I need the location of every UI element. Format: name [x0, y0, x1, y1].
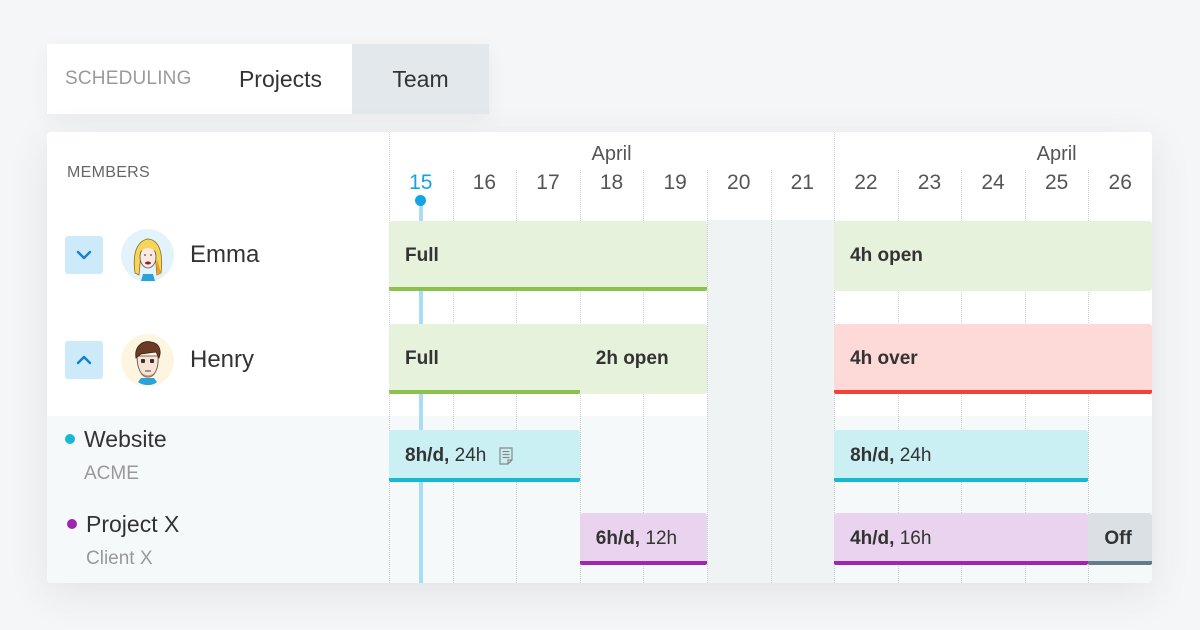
day-label[interactable]: 24 — [981, 171, 1004, 195]
schedule-bar-projectx[interactable]: Off — [1088, 513, 1152, 565]
month-label: April — [591, 143, 632, 165]
chevron-up-icon — [76, 355, 92, 365]
bar-label-bold: Off — [1104, 528, 1132, 549]
bar-label-bold: 4h/d, — [850, 528, 895, 549]
member-name: Henry — [190, 346, 255, 373]
project-name: Project X — [86, 511, 180, 537]
chevron-down-icon — [76, 250, 92, 260]
bar-status-underline — [389, 478, 580, 482]
bar-label-bold: 4h over — [850, 348, 918, 369]
bar-label-bold: 6h/d, — [595, 528, 641, 549]
avatar — [121, 333, 174, 387]
project-client: ACME — [84, 463, 139, 484]
timeline-grid: April April 15 16 17 18 19 20 21 22 23 24 25 26 Full 4h… — [389, 132, 1152, 583]
members-header: MEMBERS — [67, 164, 150, 181]
schedule-bar-henry[interactable]: 4h over — [834, 324, 1152, 394]
schedule-bar-projectx[interactable]: 4h/d, 16h — [834, 513, 1089, 565]
bar-label-detail: 24h — [449, 445, 487, 466]
bar-label-detail: 12h — [640, 528, 678, 549]
collapse-toggle-button[interactable] — [65, 341, 103, 379]
bar-status-underline — [389, 287, 707, 291]
project-name: Website — [84, 426, 167, 452]
schedule-bar-emma[interactable]: Full — [389, 221, 707, 291]
bar-label-bold: Full — [405, 348, 439, 369]
note-icon[interactable] — [499, 447, 513, 465]
tab-team[interactable]: Team — [352, 44, 489, 114]
month-label: April — [1036, 143, 1077, 165]
emma-avatar-icon — [121, 228, 174, 282]
bar-label-bold: Full — [405, 245, 439, 266]
expand-toggle-button[interactable] — [65, 236, 103, 274]
bar-label-detail: 24h — [894, 445, 932, 466]
henry-avatar-icon — [121, 333, 174, 387]
members-panel: MEMBERS Emma Henry Website ACME Project … — [47, 132, 389, 583]
project-color-dot — [67, 519, 77, 529]
day-label[interactable]: 22 — [854, 171, 877, 195]
today-marker-dot — [415, 195, 427, 206]
day-label[interactable]: 25 — [1045, 171, 1068, 195]
section-label: SCHEDULING — [65, 68, 192, 89]
bar-status-underline — [834, 390, 1152, 394]
bar-label-bold: 8h/d, — [850, 445, 895, 466]
member-row-henry: Henry — [47, 325, 389, 395]
day-label[interactable]: 20 — [727, 171, 750, 195]
bar-status-underline — [389, 390, 580, 394]
day-label[interactable]: 26 — [1109, 171, 1132, 195]
schedule-bar-website[interactable]: 8h/d, 24h — [389, 430, 580, 482]
schedule-bar-emma[interactable]: 4h open — [834, 221, 1152, 291]
schedule-bar-website[interactable]: 8h/d, 24h — [834, 430, 1089, 482]
day-label[interactable]: 17 — [536, 171, 559, 195]
project-color-dot — [65, 434, 75, 444]
bar-secondary-label: 2h open — [595, 348, 669, 369]
tab-projects[interactable]: Projects — [209, 44, 352, 114]
bar-status-underline — [834, 561, 1089, 565]
day-label[interactable]: 23 — [918, 171, 941, 195]
scheduling-tabs: SCHEDULING Projects Team — [47, 44, 489, 114]
schedule-card: MEMBERS Emma Henry Website ACME Project … — [47, 132, 1152, 583]
bar-status-underline — [579, 561, 707, 565]
bar-label-bold: 8h/d, — [405, 445, 450, 466]
day-label[interactable]: 21 — [791, 171, 814, 195]
schedule-bar-henry[interactable]: Full 2h open — [389, 324, 707, 394]
day-label-today[interactable]: 15 — [409, 171, 432, 195]
avatar — [121, 228, 174, 282]
day-label[interactable]: 18 — [600, 171, 623, 195]
day-label[interactable]: 19 — [663, 171, 686, 195]
day-label[interactable]: 16 — [473, 171, 496, 195]
project-client: Client X — [86, 548, 153, 569]
bar-label-detail: 16h — [894, 528, 932, 549]
schedule-bar-projectx[interactable]: 6h/d, 12h — [579, 513, 707, 565]
bar-status-underline — [1088, 561, 1152, 565]
bar-status-underline — [834, 478, 1089, 482]
day-gridline — [706, 170, 708, 583]
day-gridline — [770, 170, 772, 583]
member-row-emma: Emma — [47, 220, 389, 290]
bar-label-bold: 4h open — [850, 245, 923, 266]
member-name: Emma — [190, 241, 260, 268]
